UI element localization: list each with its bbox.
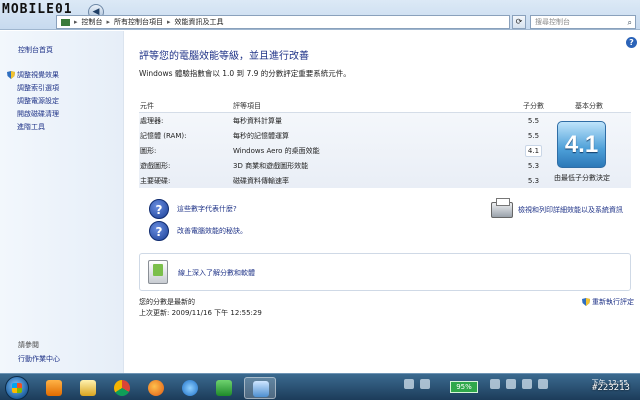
battery-indicator[interactable]: 95% [450,381,478,393]
tray-ime-icon[interactable] [538,379,548,389]
header-rated: 評等項目 [233,101,261,110]
breadcrumb[interactable]: ▸ 控制台 ▸ 所有控制台項目 ▸ 效能資訊及工具 [56,15,510,29]
tray-security-icon[interactable] [420,379,430,389]
print-row[interactable]: 檢視和列印詳細效能以及系統資訊 [491,198,623,218]
action-center-link[interactable]: 行動作業中心 [18,354,60,364]
sidebar-tasks: 調整視覺效果 調整索引選項 調整電源設定 開啟磁碟清理 進階工具 [7,68,59,133]
score-status: 您的分數是最新的 [139,298,195,306]
what-numbers-link[interactable]: 這些數字代表什麼? [177,204,237,214]
sidebar: 控制台首頁 調整視覺效果 調整索引選項 調整電源設定 開啟磁碟清理 進階工具 請… [0,31,124,373]
table-header: 元件 評等項目 子分數 基本分數 [139,99,631,113]
software-box-icon [148,260,168,284]
notification-tray [404,379,430,389]
messenger-taskbar-icon[interactable] [208,377,240,399]
sidebar-home-link[interactable]: 控制台首頁 [18,45,53,55]
tray-network-icon[interactable] [506,379,516,389]
tray-flag-icon[interactable] [490,379,500,389]
refresh-button[interactable]: ⟳ [512,15,526,29]
printer-icon [491,198,513,218]
base-score-panel: 4.1 由最低子分數決定 [547,115,617,191]
sidebar-item-power[interactable]: 調整電源設定 [7,94,59,107]
page-subtitle: Windows 體驗指數會以 1.0 到 7.9 的分數評定重要系統元件。 [139,69,351,78]
online-info-box[interactable]: 線上深入了解分數和軟體 [139,253,631,291]
help-question-icon: ? [149,199,169,219]
tray-volume-icon[interactable] [522,379,532,389]
uac-shield-icon [7,70,15,79]
base-score-badge[interactable]: 4.1 [557,121,606,168]
uac-shield-icon [582,298,590,306]
ie-taskbar-icon[interactable] [174,377,206,399]
last-update: 上次更新: 2009/11/16 下午 12:55:29 [139,309,262,317]
base-score-caption: 由最低子分數決定 [554,174,610,182]
breadcrumb-item[interactable]: 所有控制台項目 [114,17,163,27]
main-content: ? 評等您的電腦效能等級，並且進行改善 Windows 體驗指數會以 1.0 到… [125,31,640,373]
notification-tray-right [490,379,548,389]
clock-date: #223213 [592,383,630,393]
control-panel-taskbar-icon[interactable] [244,377,276,399]
header-component: 元件 [140,101,154,110]
sidebar-item-disk-cleanup[interactable]: 開啟磁碟清理 [7,107,59,120]
address-bar: MOBILE01 ◀ ▸ 控制台 ▸ 所有控制台項目 ▸ 效能資訊及工具 ⟳ 搜… [0,0,640,30]
sidebar-item-visual-effects[interactable]: 調整視覺效果 [7,68,59,81]
search-input[interactable]: 搜尋控制台 ⌕ [530,15,636,29]
tips-row[interactable]: ? 改善電腦效能的秘訣。 [149,221,247,241]
breadcrumb-item[interactable]: 控制台 [82,17,103,27]
online-info-link[interactable]: 線上深入了解分數和軟體 [178,268,255,278]
search-placeholder: 搜尋控制台 [535,18,570,26]
explorer-taskbar-icon[interactable] [72,377,104,399]
page-title: 評等您的電腦效能等級，並且進行改善 [139,51,309,62]
what-numbers-row[interactable]: ? 這些數字代表什麼? [149,199,237,219]
taskbar: 95% 下午 12:55 [0,373,640,400]
tips-link[interactable]: 改善電腦效能的秘訣。 [177,226,247,236]
control-panel-icon [61,18,70,26]
chrome-taskbar-icon[interactable] [106,377,138,399]
tray-show-hidden-icon[interactable] [404,379,414,389]
rerun-assessment-link[interactable]: 重新執行評定 [582,297,634,307]
media-player-taskbar-icon[interactable] [38,377,70,399]
breadcrumb-item[interactable]: 效能資訊及工具 [175,17,224,27]
sidebar-item-indexing[interactable]: 調整索引選項 [7,81,59,94]
see-also-heading: 請參閱 [18,341,39,349]
lowest-subscore: 4.1 [524,144,543,157]
sidebar-item-advanced-tools[interactable]: 進階工具 [7,120,59,133]
start-button[interactable] [5,376,29,400]
header-basescore: 基本分數 [575,101,603,110]
firefox-taskbar-icon[interactable] [140,377,172,399]
print-details-link[interactable]: 檢視和列印詳細效能以及系統資訊 [518,205,623,215]
search-icon[interactable]: ⌕ [628,17,632,29]
help-question-icon: ? [149,221,169,241]
help-icon[interactable]: ? [626,37,637,48]
header-subscore: 子分數 [523,101,544,110]
